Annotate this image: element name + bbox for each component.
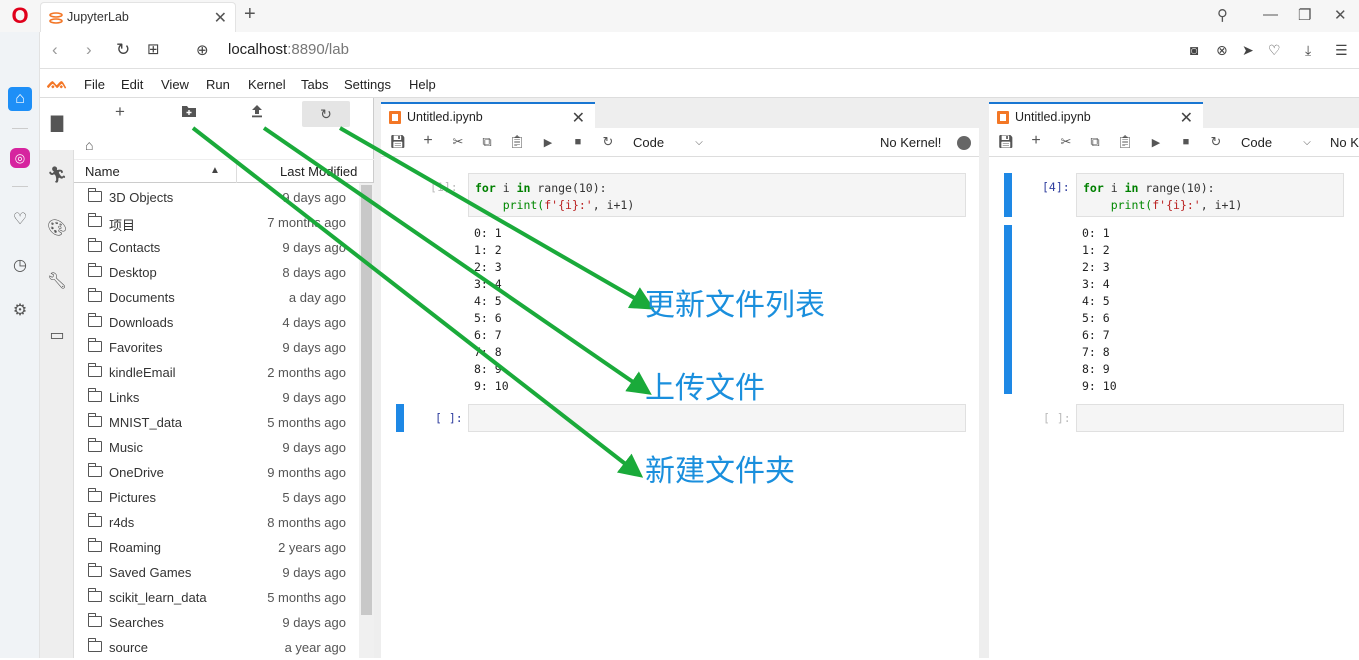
annotation-refresh: 更新文件列表: [645, 288, 825, 323]
annotation-upload: 上传文件: [645, 371, 765, 406]
arrow-refresh: [339, 126, 655, 310]
annotation-arrows: [191, 126, 655, 478]
annotation-new-folder: 新建文件夹: [645, 454, 795, 489]
arrow-upload: [262, 126, 652, 395]
arrow-new-folder: [191, 126, 644, 478]
